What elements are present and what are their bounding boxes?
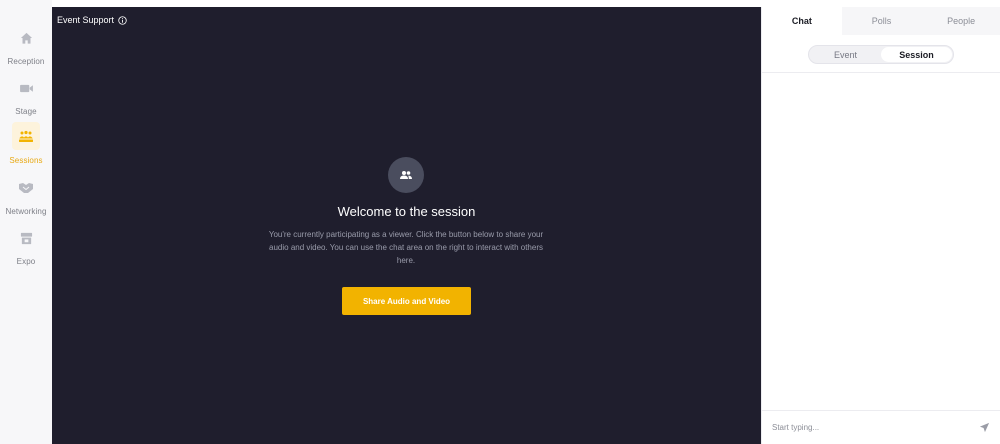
handshake-icon xyxy=(13,175,39,201)
sessions-people-icon xyxy=(12,122,40,150)
nav-label-reception: Reception xyxy=(7,57,45,66)
tab-chat[interactable]: Chat xyxy=(762,7,842,35)
chat-input[interactable] xyxy=(762,412,971,443)
nav-label-sessions: Sessions xyxy=(9,156,43,165)
left-nav: Reception Stage Sessions Networking Expo xyxy=(0,0,52,444)
tab-people[interactable]: People xyxy=(921,7,1000,35)
nav-label-expo: Expo xyxy=(16,257,36,266)
nav-item-reception[interactable]: Reception xyxy=(0,25,52,66)
info-icon[interactable] xyxy=(118,15,127,25)
chat-scope-toggle: Event Session xyxy=(808,45,954,64)
nav-item-sessions[interactable]: Sessions xyxy=(0,122,52,165)
share-audio-video-button[interactable]: Share Audio and Video xyxy=(342,287,471,315)
tab-polls[interactable]: Polls xyxy=(841,7,922,35)
nav-label-networking: Networking xyxy=(5,207,47,216)
event-title[interactable]: Event Support xyxy=(57,15,127,25)
welcome-title: Welcome to the session xyxy=(337,204,476,219)
event-title-text: Event Support xyxy=(57,15,115,25)
nav-item-networking[interactable]: Networking xyxy=(0,175,52,216)
panel-tabs: Chat Polls People xyxy=(762,7,1000,35)
welcome-description: You're currently participating as a view… xyxy=(268,230,544,265)
segment-session[interactable]: Session xyxy=(881,47,952,62)
send-icon[interactable] xyxy=(971,415,997,441)
session-stage: Event Support Welcome to the session You… xyxy=(52,7,761,444)
chat-messages-area[interactable] xyxy=(762,73,1000,410)
right-panel: Chat Polls People Event Session xyxy=(761,7,1000,444)
chat-input-bar xyxy=(762,410,1000,444)
nav-label-stage: Stage xyxy=(15,107,37,116)
segment-event[interactable]: Event xyxy=(810,47,881,62)
nav-item-stage[interactable]: Stage xyxy=(0,75,52,116)
booth-icon xyxy=(13,225,39,251)
home-icon xyxy=(13,25,39,51)
people-avatar-icon xyxy=(388,157,424,193)
video-camera-icon xyxy=(13,75,39,101)
nav-item-expo[interactable]: Expo xyxy=(0,225,52,266)
